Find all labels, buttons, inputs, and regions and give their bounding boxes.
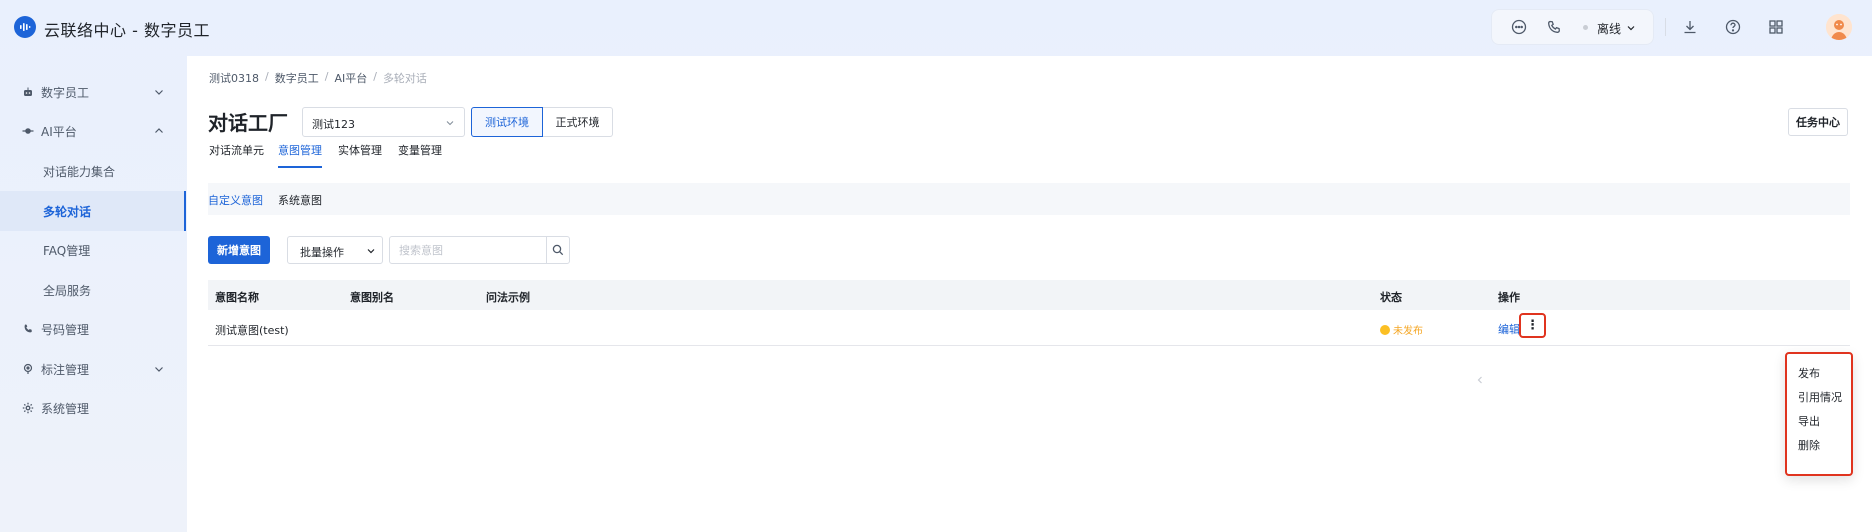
sidebar: 数字员工 AI平台 对话能力集合 多轮对话 FAQ管理 全局服务 号码管理 标注… [0,56,186,532]
search-input[interactable] [389,236,547,264]
breadcrumb-item[interactable]: 数字员工 [275,70,319,86]
sidebar-item-label: FAQ管理 [43,243,91,258]
top-bar: 云联络中心 - 数字员工 离线 [0,0,1872,56]
subtab-bar: 自定义意图 系统意图 [208,183,1850,215]
column-header: 状态 [1380,291,1402,304]
edit-link[interactable]: 编辑 [1498,321,1520,337]
gear-icon [22,402,34,414]
apps-grid-icon[interactable] [1767,18,1785,36]
status-dot-icon [1380,324,1390,335]
sidebar-item-digital-staff[interactable]: 数字员工 [0,72,186,112]
menu-item-export[interactable]: 导出 [1798,413,1820,429]
chevron-down-icon [153,363,165,375]
breadcrumb-item[interactable]: AI平台 [334,70,367,86]
sidebar-item-label: 系统管理 [41,401,90,416]
column-header: 问法示例 [486,291,530,304]
phone-icon [22,323,34,335]
batch-operation-label: 批量操作 [300,246,344,259]
sidebar-item-dialog-capabilities[interactable]: 对话能力集合 [0,151,186,191]
subtab-custom-intent[interactable]: 自定义意图 [208,192,263,208]
sidebar-item-label: 对话能力集合 [43,164,116,179]
sidebar-item-label: 数字员工 [41,85,90,100]
main-content: 测试0318 / 数字员工 / AI平台 / 多轮对话 对话工厂 测试123 测… [187,56,1872,532]
user-avatar[interactable] [1826,14,1852,40]
column-header: 意图名称 [215,291,259,304]
subtab-system-intent[interactable]: 系统意图 [278,192,322,208]
breadcrumb-separator: / [373,70,377,83]
more-actions-button[interactable]: ⋮ [1519,313,1546,338]
sidebar-item-label: 号码管理 [41,322,90,337]
phone-icon[interactable] [1545,18,1563,36]
help-icon[interactable] [1724,18,1742,36]
bot-select-value: 测试123 [312,118,355,131]
sidebar-item-label: 标注管理 [41,362,90,377]
status-text: 未发布 [1393,326,1423,337]
sidebar-item-label: AI平台 [41,124,77,139]
table-row: 测试意图(test) 未发布 编辑 ⋮ [208,310,1850,346]
tab-entity-management[interactable]: 实体管理 [338,132,382,168]
chevron-left-icon[interactable] [1475,374,1485,384]
robot-icon [22,86,34,98]
sidebar-item-faq[interactable]: FAQ管理 [0,230,186,270]
status-badge: 未发布 [1380,322,1423,337]
menu-item-delete[interactable]: 删除 [1798,437,1820,453]
download-icon[interactable] [1681,18,1699,36]
tab-dialog-flow[interactable]: 对话流单元 [209,132,264,168]
ai-node-icon [22,125,34,137]
status-dot-icon [1583,25,1588,30]
sidebar-item-multi-turn-dialog[interactable]: 多轮对话 [0,191,186,231]
tab-variable-management[interactable]: 变量管理 [398,132,442,168]
more-vertical-icon: ⋮ [1526,318,1539,333]
sidebar-item-global-service[interactable]: 全局服务 [0,270,186,310]
chevron-up-icon [153,125,165,137]
app-logo-icon [14,16,36,38]
breadcrumb: 测试0318 / 数字员工 / AI平台 / 多轮对话 [209,70,427,86]
breadcrumb-separator: / [324,70,329,83]
sidebar-item-annotation[interactable]: 标注管理 [0,349,186,389]
breadcrumb-current: 多轮对话 [382,72,427,85]
menu-item-references[interactable]: 引用情况 [1798,389,1842,405]
env-test-button[interactable]: 测试环境 [471,107,543,137]
column-header: 操作 [1498,291,1520,304]
menu-item-publish[interactable]: 发布 [1798,365,1820,381]
breadcrumb-item[interactable]: 测试0318 [209,70,259,86]
sidebar-item-ai-platform[interactable]: AI平台 [0,111,186,151]
env-prod-button[interactable]: 正式环境 [543,107,613,137]
table-header: 意图名称 意图别名 问法示例 状态 操作 [208,280,1850,310]
sidebar-item-number-management[interactable]: 号码管理 [0,309,186,349]
tab-intent-management[interactable]: 意图管理 [278,132,322,168]
chevron-down-icon [366,245,376,255]
breadcrumb-separator: / [265,70,269,83]
batch-operation-button[interactable]: 批量操作 [287,236,383,264]
search-icon [552,244,564,256]
sidebar-item-label: 全局服务 [43,283,92,298]
sidebar-item-system[interactable]: 系统管理 [0,388,186,428]
column-header: 意图别名 [350,291,394,304]
sidebar-item-label: 多轮对话 [43,204,92,219]
row-actions-menu: 发布 引用情况 导出 删除 [1785,352,1853,476]
chevron-down-icon [153,86,165,98]
intent-name-cell: 测试意图(test) [215,324,289,337]
toolbar-divider [1665,18,1666,36]
tag-icon [22,363,34,375]
app-title: 云联络中心 - 数字员工 [44,21,210,40]
chevron-down-icon[interactable] [1626,22,1636,32]
search-button[interactable] [546,236,570,264]
task-center-button[interactable]: 任务中心 [1788,108,1848,136]
add-intent-button[interactable]: 新增意图 [208,236,270,264]
chevron-down-icon [445,117,455,127]
chat-icon[interactable] [1510,18,1528,36]
agent-status[interactable]: 离线 [1597,20,1621,37]
